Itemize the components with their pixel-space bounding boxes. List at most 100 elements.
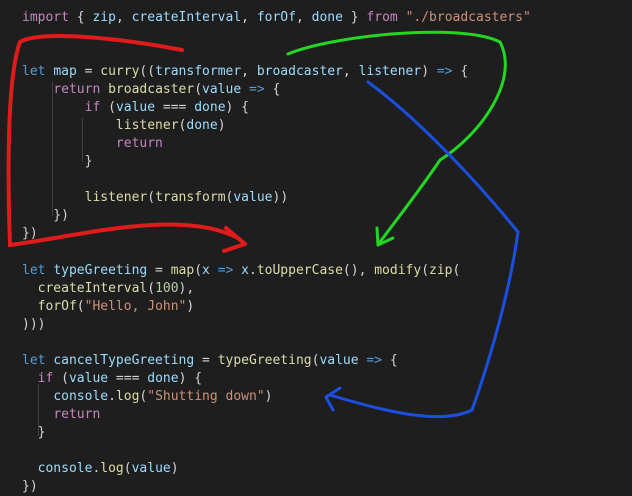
code-line[interactable]: } bbox=[22, 153, 93, 171]
code-line[interactable]: console.log("Shutting down") bbox=[22, 388, 272, 406]
code-line[interactable]: return broadcaster(value => { bbox=[22, 81, 280, 99]
code-token: , bbox=[342, 64, 359, 79]
code-token: typeGreeting bbox=[217, 353, 312, 368]
code-line[interactable]: ))) bbox=[22, 316, 45, 334]
code-line[interactable]: createInterval(100), bbox=[22, 280, 195, 298]
code-token: createInterval bbox=[131, 10, 242, 25]
code-token: , bbox=[295, 10, 312, 25]
code-token: listener bbox=[84, 190, 148, 205]
code-line[interactable]: }) bbox=[22, 207, 69, 225]
code-token: (), bbox=[342, 263, 375, 278]
code-token: , bbox=[241, 10, 257, 25]
code-line[interactable]: listener(done) bbox=[22, 117, 226, 135]
code-token: "Hello, John" bbox=[84, 299, 187, 314]
code-token: ) { bbox=[225, 100, 250, 115]
code-line[interactable]: return bbox=[22, 135, 163, 153]
code-token: } bbox=[22, 425, 46, 440]
code-token: = bbox=[76, 64, 101, 79]
code-token: ) bbox=[264, 389, 273, 404]
blue-arrow-head bbox=[324, 386, 342, 412]
code-token: typeGreeting bbox=[53, 263, 148, 278]
code-token: ( bbox=[53, 371, 69, 386]
code-line[interactable]: listener(transform(value)) bbox=[22, 189, 289, 207]
code-token: return bbox=[53, 82, 101, 97]
code-token: if bbox=[37, 371, 54, 386]
code-token: ) bbox=[421, 64, 437, 79]
code-line[interactable]: let cancelTypeGreeting = typeGreeting(va… bbox=[22, 352, 398, 370]
code-token: = bbox=[147, 263, 171, 278]
code-token: => bbox=[366, 353, 383, 368]
code-token: value bbox=[131, 461, 171, 476]
code-token: from bbox=[366, 10, 398, 25]
code-token: ( bbox=[194, 263, 203, 278]
code-token: value bbox=[202, 82, 242, 97]
code-line[interactable]: console.log(value) bbox=[22, 460, 179, 478]
code-token: curry bbox=[100, 64, 140, 79]
code-token: import bbox=[22, 10, 69, 25]
code-token: log bbox=[100, 461, 124, 476]
code-token: done bbox=[186, 118, 218, 133]
code-line[interactable]: return bbox=[22, 406, 100, 424]
code-token: console bbox=[37, 461, 93, 476]
code-token: forOf bbox=[37, 299, 77, 314]
code-token: ( bbox=[147, 281, 156, 296]
code-token: )) bbox=[272, 190, 289, 205]
code-line[interactable]: }) bbox=[22, 478, 38, 496]
code-token: === bbox=[155, 100, 195, 115]
green-arrow-head bbox=[375, 226, 395, 247]
code-token: map bbox=[170, 263, 195, 278]
code-token: forOf bbox=[256, 10, 296, 25]
code-token: done bbox=[311, 10, 343, 25]
code-line[interactable]: if (value === done) { bbox=[22, 99, 249, 117]
code-token: . bbox=[108, 389, 116, 404]
code-token: listener bbox=[115, 118, 179, 133]
code-line[interactable]: let typeGreeting = map(x => x.toUpperCas… bbox=[22, 262, 460, 280]
code-token: zip bbox=[429, 263, 453, 278]
code-token: ( bbox=[100, 100, 116, 115]
code-token: ) { bbox=[178, 371, 203, 386]
code-token: transformer bbox=[155, 64, 242, 79]
code-token: map bbox=[53, 64, 77, 79]
code-token: } bbox=[22, 154, 93, 169]
code-token: ( bbox=[194, 82, 203, 97]
code-line[interactable]: } bbox=[22, 424, 46, 442]
code-token: console bbox=[53, 389, 109, 404]
code-token: { bbox=[264, 82, 281, 97]
red-arrow-head bbox=[222, 226, 247, 253]
code-token: zip bbox=[92, 10, 116, 25]
code-token: modify bbox=[374, 263, 422, 278]
code-token: ))) bbox=[22, 317, 46, 332]
code-token: ( bbox=[76, 299, 85, 314]
code-token: => bbox=[436, 64, 453, 79]
code-token: ( bbox=[421, 263, 430, 278]
code-line[interactable]: import { zip, createInterval, forOf, don… bbox=[22, 9, 531, 27]
code-token: "./broadcasters" bbox=[405, 10, 531, 25]
code-token: ), bbox=[178, 281, 195, 296]
code-line[interactable]: }) bbox=[22, 225, 38, 243]
code-token: broadcaster bbox=[256, 64, 343, 79]
code-line[interactable]: if (value === done) { bbox=[22, 370, 202, 388]
code-line[interactable]: forOf("Hello, John") bbox=[22, 298, 195, 316]
code-token: ( bbox=[147, 190, 156, 205]
code-token: value bbox=[68, 371, 109, 386]
code-token: ( bbox=[452, 263, 461, 278]
code-token: ( bbox=[123, 461, 132, 476]
code-editor[interactable]: import { zip, createInterval, forOf, don… bbox=[0, 0, 632, 494]
code-token: { bbox=[68, 10, 93, 25]
code-token: createInterval bbox=[37, 281, 148, 296]
code-line[interactable]: let map = curry((transformer, broadcaste… bbox=[22, 63, 468, 81]
code-token: value bbox=[319, 353, 359, 368]
code-token: "Shutting down" bbox=[147, 389, 265, 404]
